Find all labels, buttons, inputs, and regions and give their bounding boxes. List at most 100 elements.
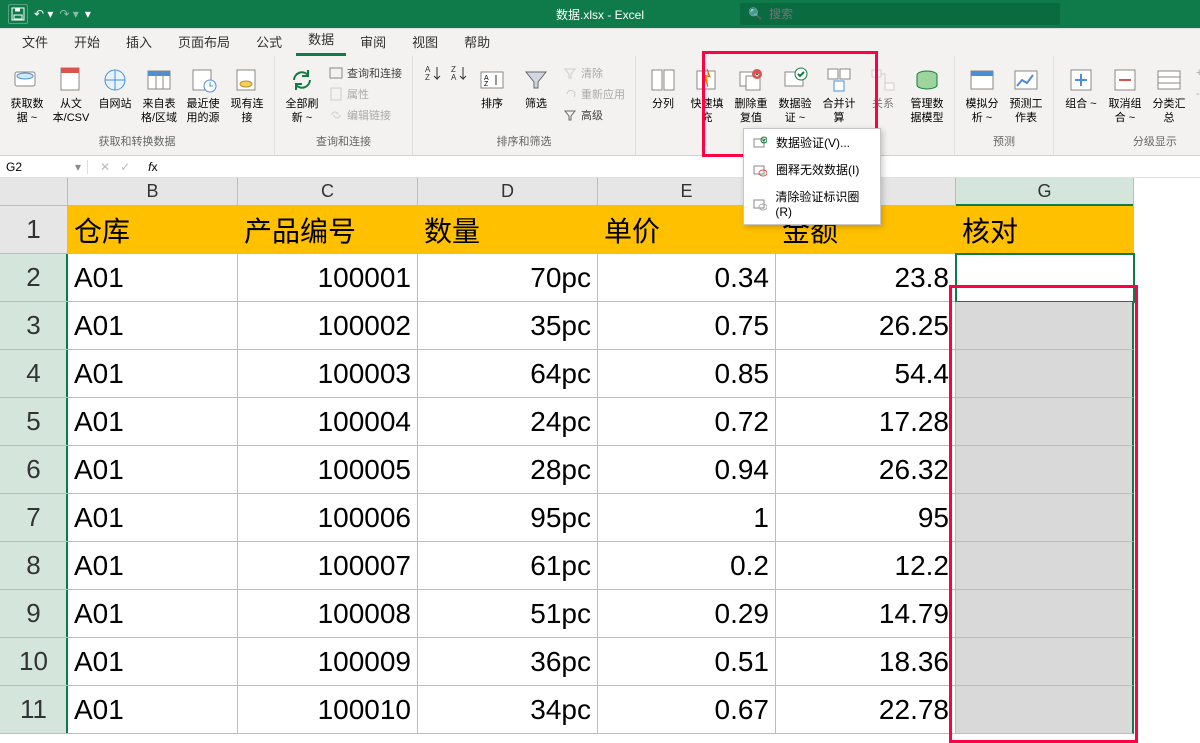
- cell[interactable]: 100010: [238, 686, 418, 734]
- enter-icon[interactable]: ✓: [120, 160, 130, 174]
- cell[interactable]: 100008: [238, 590, 418, 638]
- cell[interactable]: 24pc: [418, 398, 598, 446]
- cell[interactable]: 1: [598, 494, 776, 542]
- cell[interactable]: 17.28: [776, 398, 956, 446]
- cell[interactable]: 18.36: [776, 638, 956, 686]
- row-header[interactable]: 5: [0, 398, 68, 446]
- cell[interactable]: 0.94: [598, 446, 776, 494]
- cell[interactable]: 100001: [238, 254, 418, 302]
- tab-页面布局[interactable]: 页面布局: [166, 27, 242, 56]
- cell[interactable]: 12.2: [776, 542, 956, 590]
- search-box[interactable]: 🔍: [740, 3, 1060, 25]
- cell[interactable]: 0.51: [598, 638, 776, 686]
- cell[interactable]: 100006: [238, 494, 418, 542]
- tab-开始[interactable]: 开始: [62, 27, 112, 56]
- cell[interactable]: A01: [68, 350, 238, 398]
- row-header[interactable]: 2: [0, 254, 68, 302]
- forecast-sheet-button[interactable]: 预测工作表: [1005, 61, 1047, 129]
- existing-connections-button[interactable]: 现有连接: [226, 61, 268, 129]
- cell[interactable]: 100002: [238, 302, 418, 350]
- from-table-range-button[interactable]: 来自表格/区域: [138, 61, 180, 129]
- tab-审阅[interactable]: 审阅: [348, 27, 398, 56]
- cell[interactable]: 26.32: [776, 446, 956, 494]
- cell[interactable]: 0.72: [598, 398, 776, 446]
- get-data-button[interactable]: 获取数据 ~: [6, 61, 48, 129]
- row-header[interactable]: 11: [0, 686, 68, 734]
- cell[interactable]: 64pc: [418, 350, 598, 398]
- cell[interactable]: 36pc: [418, 638, 598, 686]
- cell[interactable]: 0.2: [598, 542, 776, 590]
- row-header[interactable]: 10: [0, 638, 68, 686]
- cell[interactable]: [956, 254, 1134, 302]
- cell[interactable]: 100007: [238, 542, 418, 590]
- cell[interactable]: 26.25: [776, 302, 956, 350]
- cell[interactable]: A01: [68, 446, 238, 494]
- cell[interactable]: [956, 590, 1134, 638]
- cancel-icon[interactable]: ✕: [100, 160, 110, 174]
- advanced-filter-button[interactable]: 高级: [559, 106, 629, 124]
- consolidate-button[interactable]: 合并计算: [818, 61, 860, 129]
- refresh-all-button[interactable]: 全部刷新 ~: [281, 61, 323, 129]
- sort-desc-button[interactable]: ZA: [449, 64, 469, 82]
- qat-customize-icon[interactable]: ▾: [85, 7, 91, 21]
- cell[interactable]: [956, 494, 1134, 542]
- text-to-columns-button[interactable]: 分列: [642, 61, 684, 115]
- cell[interactable]: [956, 638, 1134, 686]
- row-header[interactable]: 3: [0, 302, 68, 350]
- col-header-D[interactable]: D: [418, 178, 598, 206]
- row-header[interactable]: 8: [0, 542, 68, 590]
- ungroup-button[interactable]: 取消组合 ~: [1104, 61, 1146, 129]
- cell[interactable]: [956, 446, 1134, 494]
- cell[interactable]: [956, 686, 1134, 734]
- cell[interactable]: 0.34: [598, 254, 776, 302]
- col-header-G[interactable]: G: [956, 178, 1134, 206]
- cell[interactable]: [956, 398, 1134, 446]
- sort-button[interactable]: AZ排序: [471, 61, 513, 115]
- cell[interactable]: 100005: [238, 446, 418, 494]
- row-header[interactable]: 7: [0, 494, 68, 542]
- queries-connections-button[interactable]: 查询和连接: [325, 64, 406, 82]
- cell[interactable]: 22.78: [776, 686, 956, 734]
- cell[interactable]: [956, 542, 1134, 590]
- cell[interactable]: 61pc: [418, 542, 598, 590]
- select-all-corner[interactable]: [0, 178, 68, 206]
- cell[interactable]: 数量: [418, 206, 598, 254]
- what-if-analysis-button[interactable]: 模拟分析 ~: [961, 61, 1003, 129]
- col-header-C[interactable]: C: [238, 178, 418, 206]
- cell[interactable]: 0.67: [598, 686, 776, 734]
- cell[interactable]: 54.4: [776, 350, 956, 398]
- search-input[interactable]: [769, 7, 1052, 21]
- row-header[interactable]: 6: [0, 446, 68, 494]
- cell[interactable]: A01: [68, 686, 238, 734]
- cell[interactable]: A01: [68, 542, 238, 590]
- from-text-csv-button[interactable]: 从文本/CSV: [50, 61, 92, 129]
- cell[interactable]: A01: [68, 398, 238, 446]
- recent-sources-button[interactable]: 最近使用的源: [182, 61, 224, 129]
- cell[interactable]: 23.8: [776, 254, 956, 302]
- cell[interactable]: 核对: [956, 206, 1134, 254]
- cell[interactable]: 0.29: [598, 590, 776, 638]
- cell[interactable]: 仓库: [68, 206, 238, 254]
- manage-data-model-button[interactable]: 管理数据模型: [906, 61, 948, 129]
- cell[interactable]: 100004: [238, 398, 418, 446]
- save-icon[interactable]: [8, 4, 28, 24]
- cell[interactable]: 14.79: [776, 590, 956, 638]
- tab-插入[interactable]: 插入: [114, 27, 164, 56]
- row-header[interactable]: 1: [0, 206, 68, 254]
- cell[interactable]: A01: [68, 638, 238, 686]
- cell[interactable]: 0.85: [598, 350, 776, 398]
- sort-asc-button[interactable]: AZ: [419, 61, 447, 87]
- cell[interactable]: 34pc: [418, 686, 598, 734]
- cell[interactable]: 70pc: [418, 254, 598, 302]
- group-button[interactable]: 组合 ~: [1060, 61, 1102, 115]
- row-header[interactable]: 9: [0, 590, 68, 638]
- cell[interactable]: 51pc: [418, 590, 598, 638]
- fx-icon[interactable]: fx: [142, 160, 163, 174]
- tab-公式[interactable]: 公式: [244, 27, 294, 56]
- cell[interactable]: [956, 350, 1134, 398]
- col-header-B[interactable]: B: [68, 178, 238, 206]
- undo-icon[interactable]: ↶ ▾: [34, 7, 53, 21]
- tab-视图[interactable]: 视图: [400, 27, 450, 56]
- row-header[interactable]: 4: [0, 350, 68, 398]
- redo-icon[interactable]: ↷ ▾: [59, 7, 78, 21]
